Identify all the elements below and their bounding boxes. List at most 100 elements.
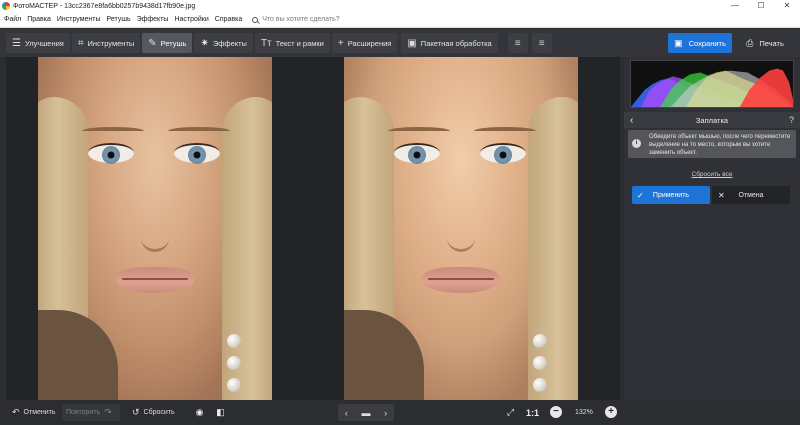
settings-panel: ‹ Заплатка ? i Обведите объект мышью, по… <box>624 57 800 400</box>
eye-left <box>394 143 440 164</box>
undo-label: Отменить <box>23 409 56 416</box>
menu-effects[interactable]: Эффекты <box>137 16 169 23</box>
iris <box>408 146 426 164</box>
tab-extensions[interactable]: + Расширения <box>331 33 398 53</box>
reset-icon: ↺ <box>132 407 140 417</box>
menu-tools[interactable]: Инструменты <box>57 16 101 23</box>
history-button[interactable]: ≡ <box>531 33 552 53</box>
pearl <box>533 334 547 348</box>
image-navigation: ‹ ▬ › <box>338 404 394 421</box>
reset-all-link[interactable]: Сбросить все <box>624 171 800 178</box>
prev-image-icon[interactable]: ‹ <box>345 408 348 418</box>
undo-button[interactable]: ↶ Отменить <box>8 404 56 421</box>
photo-workspace[interactable] <box>6 57 620 400</box>
app-logo-icon <box>2 2 10 10</box>
cancel-label: Отмена <box>738 191 764 199</box>
nose <box>447 182 475 252</box>
fit-to-screen-button[interactable]: ⤢ <box>502 404 519 421</box>
menu-file[interactable]: Файл <box>4 16 21 23</box>
batch-processing-button[interactable]: ▣ Пакетная обработка <box>401 33 498 53</box>
tab-effects[interactable]: ✷ Эффекты <box>194 33 253 53</box>
apply-button[interactable]: ✓ Применить <box>632 186 710 204</box>
menu-retouch[interactable]: Ретушь <box>107 16 131 23</box>
hint-box: i Обведите объект мышью, после чего пере… <box>628 130 796 158</box>
list-history-icon: ≡ <box>538 37 545 49</box>
close-button[interactable]: ✕ <box>774 0 800 12</box>
iris <box>494 146 512 164</box>
batch-icon: ▣ <box>407 37 417 49</box>
pearl-necklace <box>530 334 550 394</box>
lips <box>422 267 500 293</box>
histogram-graph <box>631 68 793 107</box>
photo-after[interactable] <box>344 57 578 400</box>
preview-toggle[interactable]: ◉ <box>191 404 208 421</box>
hint-text: Обведите объект мышью, после чего переме… <box>649 134 791 156</box>
panel-header: ‹ Заплатка ? <box>624 112 800 128</box>
reset-button[interactable]: ↺ Сбросить <box>128 404 175 421</box>
tab-label: Текст и рамки <box>275 38 324 48</box>
menu-bar: Файл Правка Инструменты Ретушь Эффекты Н… <box>0 12 800 28</box>
tab-enhancements[interactable]: ☰ Улучшения <box>6 33 70 53</box>
histogram <box>630 60 794 108</box>
pearl <box>533 356 547 370</box>
save-button[interactable]: ▣ Сохранить <box>668 33 732 53</box>
tab-text-frames[interactable]: Tт Текст и рамки <box>254 33 330 53</box>
compare-toggle[interactable]: ◧ <box>212 404 229 421</box>
apply-label: Применить <box>652 191 690 199</box>
zoom-level: 132% <box>575 409 593 416</box>
lips <box>116 267 194 293</box>
tab-label: Инструменты <box>87 38 135 48</box>
next-image-icon[interactable]: › <box>384 408 387 418</box>
pearl <box>227 378 241 392</box>
batch-label: Пакетная обработка <box>420 38 492 48</box>
actual-size-button[interactable]: 1:1 <box>526 404 539 421</box>
minimize-button[interactable]: — <box>722 0 748 12</box>
menu-search[interactable]: Что вы хотите сделать? <box>252 16 340 23</box>
eye-right <box>480 143 526 164</box>
help-icon[interactable]: ? <box>789 115 794 125</box>
eyebrow-right <box>168 127 230 135</box>
search-placeholder: Что вы хотите сделать? <box>262 16 340 23</box>
bottom-bar: ↶ Отменить Повторить ↷ ↺ Сбросить ◉ ◧ ‹ … <box>0 400 800 425</box>
menu-help[interactable]: Справка <box>215 16 242 23</box>
fit-screen-icon: ⤢ <box>506 407 515 417</box>
undo-icon: ↶ <box>12 407 20 417</box>
split-view-icon: ◧ <box>216 407 225 417</box>
reset-label: Сбросить <box>143 409 175 416</box>
photo-before[interactable] <box>38 57 272 400</box>
zoom-out-button[interactable]: − <box>550 406 562 418</box>
tab-label: Улучшения <box>24 38 64 48</box>
menu-edit[interactable]: Правка <box>27 16 51 23</box>
photomaster-window: ФотоМАСТЕР - 13cc2367e8fa6bb0257b9438d17… <box>0 0 800 425</box>
cancel-button[interactable]: ✕ Отмена <box>712 186 790 204</box>
back-chevron-icon[interactable]: ‹ <box>630 115 633 126</box>
pearl <box>227 356 241 370</box>
tab-retouch[interactable]: ✎ Ретушь <box>142 33 193 53</box>
list-settings-icon: ≡ <box>514 37 521 49</box>
redo-button[interactable]: Повторить ↷ <box>62 404 120 421</box>
window-controls: — ☐ ✕ <box>722 0 800 12</box>
tab-label: Ретушь <box>160 38 187 48</box>
info-icon: i <box>632 139 641 148</box>
brush-icon: ✎ <box>148 37 157 49</box>
menu-settings[interactable]: Настройки <box>174 16 208 23</box>
tab-tools[interactable]: ⌗ Инструменты <box>71 33 141 53</box>
presets-button[interactable]: ≡ <box>507 33 528 53</box>
eyebrow-left <box>388 127 450 135</box>
print-button[interactable]: ⎙ Печать <box>736 33 794 53</box>
iris <box>102 146 120 164</box>
floppy-icon: ▣ <box>674 37 683 48</box>
zoom-in-button[interactable]: + <box>605 406 617 418</box>
print-label: Печать <box>759 38 784 48</box>
eye-icon: ◉ <box>195 407 204 417</box>
eyebrow-left <box>82 127 144 135</box>
pearl <box>533 378 547 392</box>
main-toolbar: ☰ Улучшения ⌗ Инструменты ✎ Ретушь ✷ Эфф… <box>0 29 800 57</box>
eye-right <box>174 143 220 164</box>
maximize-button[interactable]: ☐ <box>748 0 774 12</box>
redo-icon: ↷ <box>104 407 112 417</box>
pearl <box>227 334 241 348</box>
panel-title: Заплатка <box>695 115 729 125</box>
eyebrow-right <box>474 127 536 135</box>
folder-icon[interactable]: ▬ <box>361 408 370 418</box>
